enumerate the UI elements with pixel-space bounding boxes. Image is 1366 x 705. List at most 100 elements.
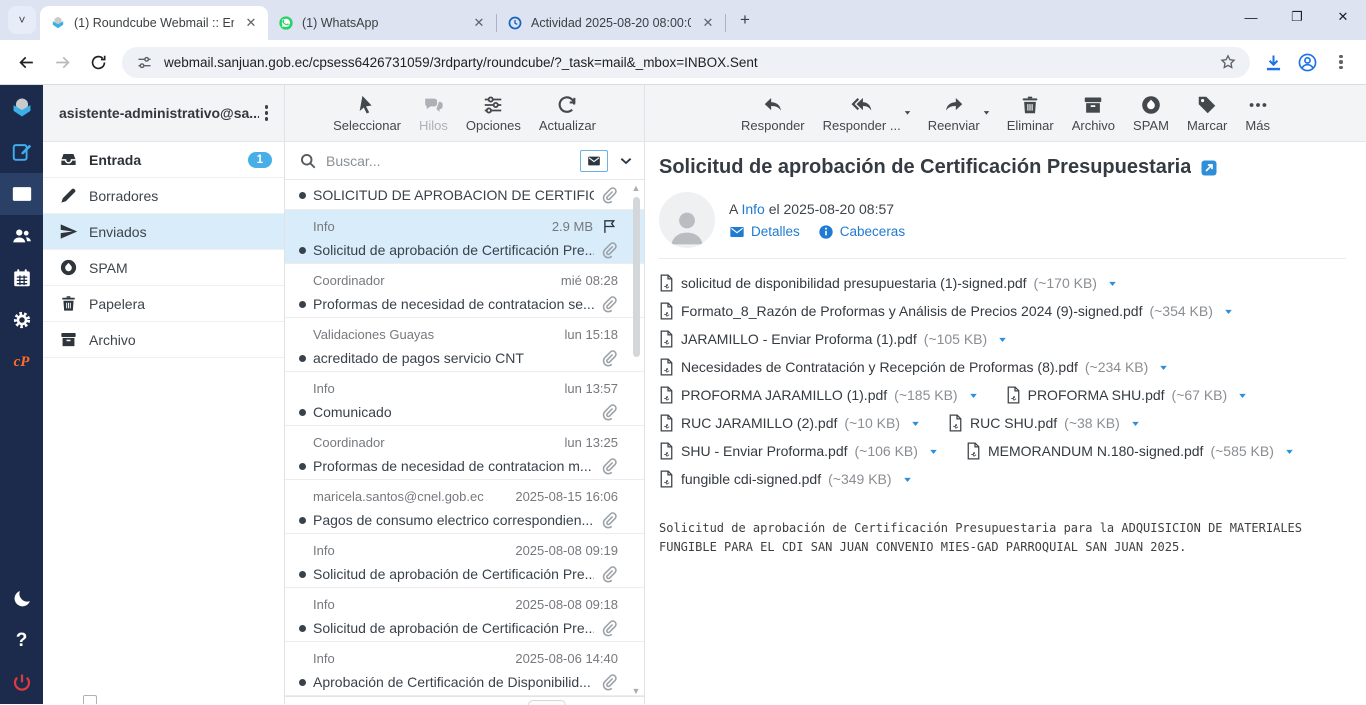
attachment[interactable]: MEMORANDUM N.180-signed.pdf (~585 KB) xyxy=(966,442,1296,460)
pagination-control[interactable] xyxy=(528,700,566,705)
message-list-item[interactable]: Info lun 13:57 Comunicado xyxy=(285,372,644,426)
attachment[interactable]: PROFORMA SHU.pdf (~67 KB) xyxy=(1006,386,1250,404)
attachment[interactable]: RUC SHU.pdf (~38 KB) xyxy=(948,414,1142,432)
search-scope-button[interactable] xyxy=(580,150,608,172)
attachment[interactable]: RUC JARAMILLO (2).pdf (~10 KB) xyxy=(659,414,922,432)
mail-nav-button[interactable] xyxy=(0,173,43,215)
attachment-menu-caret-icon[interactable] xyxy=(909,417,922,430)
attachment[interactable]: PROFORMA JARAMILLO (1).pdf (~185 KB) xyxy=(659,386,980,404)
attachment-name[interactable]: JARAMILLO - Enviar Proforma (1).pdf xyxy=(681,331,917,347)
tab-close-icon[interactable]: ✕ xyxy=(242,14,260,32)
delete-button[interactable]: Eliminar xyxy=(1000,90,1061,137)
calendar-nav-button[interactable] xyxy=(0,257,43,299)
tab-close-icon[interactable]: ✕ xyxy=(699,14,717,32)
account-menu-button[interactable] xyxy=(259,99,275,127)
message-list-item[interactable]: Coordinador lun 13:25 Proformas de neces… xyxy=(285,426,644,480)
attachment-menu-caret-icon[interactable] xyxy=(1129,417,1142,430)
attachment-menu-caret-icon[interactable] xyxy=(1106,277,1119,290)
window-minimize-button[interactable]: — xyxy=(1228,0,1274,34)
headers-toggle[interactable]: Cabeceras xyxy=(818,224,905,240)
cpanel-nav-button[interactable]: cP xyxy=(0,341,43,383)
scrollbar-thumb[interactable] xyxy=(633,197,640,357)
page-url[interactable]: webmail.sanjuan.gob.ec/cpsess6426731059/… xyxy=(164,55,1216,70)
caret-down-icon[interactable] xyxy=(902,106,913,117)
attachment[interactable]: Formato_8_Razón de Proformas y Análisis … xyxy=(659,302,1235,320)
attachment-menu-caret-icon[interactable] xyxy=(927,445,940,458)
folder-enviados[interactable]: Enviados xyxy=(43,214,284,250)
attachment-name[interactable]: MEMORANDUM N.180-signed.pdf xyxy=(988,443,1204,459)
select-button[interactable]: Seleccionar xyxy=(326,90,408,137)
more-button[interactable]: Más xyxy=(1238,90,1277,137)
spam-button[interactable]: SPAM xyxy=(1126,90,1176,137)
scroll-up-icon[interactable]: ▲ xyxy=(631,183,641,193)
caret-down-icon[interactable] xyxy=(981,106,992,117)
refresh-button[interactable]: Actualizar xyxy=(532,90,603,137)
site-info-icon[interactable] xyxy=(132,50,156,74)
dark-mode-button[interactable] xyxy=(0,578,43,620)
message-list-item[interactable]: Coordinador mié 08:28 Proformas de neces… xyxy=(285,264,644,318)
settings-nav-button[interactable] xyxy=(0,299,43,341)
details-toggle[interactable]: Detalles xyxy=(729,224,800,240)
folder-entrada[interactable]: Entrada 1 xyxy=(43,142,284,178)
attachment-name[interactable]: Formato_8_Razón de Proformas y Análisis … xyxy=(681,303,1142,319)
archive-button[interactable]: Archivo xyxy=(1065,90,1122,137)
attachment[interactable]: fungible cdi-signed.pdf (~349 KB) xyxy=(659,470,914,488)
compose-button[interactable] xyxy=(0,131,43,173)
message-list-item[interactable]: Info 2.9 MB Solicitud de aprobación de C… xyxy=(285,210,644,264)
attachment-name[interactable]: SHU - Enviar Proforma.pdf xyxy=(681,443,848,459)
reload-button[interactable] xyxy=(82,46,114,78)
tab-search-button[interactable]: ˅ xyxy=(8,6,36,34)
folder-actions-icon[interactable] xyxy=(83,695,97,704)
search-options-chevron-icon[interactable] xyxy=(618,153,634,169)
folder-borradores[interactable]: Borradores xyxy=(43,178,284,214)
new-tab-button[interactable]: + xyxy=(732,7,758,33)
forward-button[interactable]: Reenviar xyxy=(921,90,987,137)
message-list-item[interactable]: Info 2025-08-08 09:18 Solicitud de aprob… xyxy=(285,588,644,642)
attachment-menu-caret-icon[interactable] xyxy=(1236,389,1249,402)
attachment-name[interactable]: RUC JARAMILLO (2).pdf xyxy=(681,415,837,431)
profile-button[interactable] xyxy=(1290,45,1324,79)
attachment-menu-caret-icon[interactable] xyxy=(1157,361,1170,374)
tab-close-icon[interactable]: ✕ xyxy=(470,14,488,32)
tab-actividad[interactable]: Actividad 2025-08-20 08:00:00 ✕ xyxy=(497,6,725,40)
recipient-link[interactable]: Info xyxy=(741,201,764,217)
attachment-name[interactable]: PROFORMA JARAMILLO (1).pdf xyxy=(681,387,887,403)
attachment-name[interactable]: PROFORMA SHU.pdf xyxy=(1028,387,1165,403)
attachment-menu-caret-icon[interactable] xyxy=(996,333,1009,346)
threads-button[interactable]: Hilos xyxy=(412,90,455,137)
flag-icon[interactable] xyxy=(601,218,618,235)
tab-roundcube[interactable]: (1) Roundcube Webmail :: Envia ✕ xyxy=(40,6,268,40)
attachment-menu-caret-icon[interactable] xyxy=(901,473,914,486)
address-bar[interactable]: webmail.sanjuan.gob.ec/cpsess6426731059/… xyxy=(122,47,1250,78)
message-list-item[interactable]: maricela.santos@cnel.gob.ec 2025-08-15 1… xyxy=(285,480,644,534)
open-in-new-window-icon[interactable] xyxy=(1200,159,1218,177)
downloads-button[interactable] xyxy=(1256,45,1290,79)
help-button[interactable]: ? xyxy=(0,620,43,662)
attachment-name[interactable]: solicitud de disponibilidad presupuestar… xyxy=(681,275,1027,291)
options-button[interactable]: Opciones xyxy=(459,90,528,137)
attachment-menu-caret-icon[interactable] xyxy=(1222,305,1235,318)
browser-menu-button[interactable] xyxy=(1324,45,1358,79)
attachment-name[interactable]: Necesidades de Contratación y Recepción … xyxy=(681,359,1078,375)
message-list-item[interactable]: Info 2025-08-06 14:40 Aprobación de Cert… xyxy=(285,642,644,696)
scroll-down-icon[interactable]: ▼ xyxy=(631,686,641,696)
folder-archivo[interactable]: Archivo xyxy=(43,322,284,358)
list-scrollbar[interactable]: ▲ ▼ xyxy=(630,181,643,696)
mark-button[interactable]: Marcar xyxy=(1180,90,1234,137)
attachment-menu-caret-icon[interactable] xyxy=(967,389,980,402)
back-button[interactable] xyxy=(10,46,42,78)
reply-button[interactable]: Responder xyxy=(734,90,812,137)
folder-spam[interactable]: SPAM xyxy=(43,250,284,286)
forward-button[interactable] xyxy=(46,46,78,78)
attachment[interactable]: solicitud de disponibilidad presupuestar… xyxy=(659,274,1119,292)
contacts-nav-button[interactable] xyxy=(0,215,43,257)
attachment-name[interactable]: RUC SHU.pdf xyxy=(970,415,1057,431)
tab-whatsapp[interactable]: (1) WhatsApp ✕ xyxy=(268,6,496,40)
attachment[interactable]: JARAMILLO - Enviar Proforma (1).pdf (~10… xyxy=(659,330,1009,348)
search-input[interactable] xyxy=(326,153,580,169)
message-list-item[interactable]: Validaciones Guayas lun 15:18 acreditado… xyxy=(285,318,644,372)
reply-all-button[interactable]: Responder ... xyxy=(816,90,908,137)
window-close-button[interactable]: ✕ xyxy=(1320,0,1366,34)
folder-papelera[interactable]: Papelera xyxy=(43,286,284,322)
window-restore-button[interactable]: ❐ xyxy=(1274,0,1320,34)
